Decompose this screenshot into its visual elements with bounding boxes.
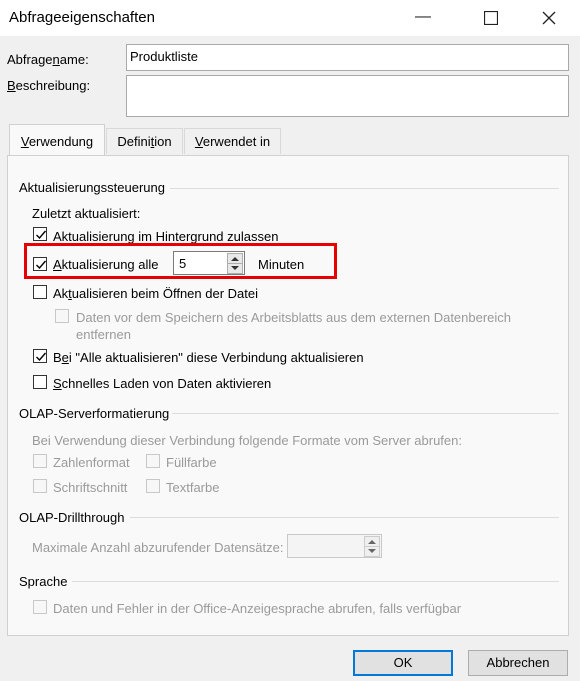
divider [172,413,559,414]
max-records-spinner[interactable] [287,534,382,558]
close-icon[interactable] [526,0,572,36]
cancel-button[interactable]: Abbrechen [468,650,568,676]
number-format-checkbox[interactable] [33,454,47,468]
maximize-icon[interactable] [468,0,514,36]
spin-down-icon[interactable] [364,546,380,557]
number-format-label: Zahlenformat [53,455,130,470]
remove-external-data-checkbox[interactable] [55,309,69,323]
divider [170,188,559,189]
refresh-all-checkbox[interactable] [33,349,47,363]
refresh-every-checkbox[interactable] [33,257,47,271]
checkmark-icon [36,260,47,270]
background-refresh-label: Aktualisierung im Hintergrund zulassen [53,229,279,244]
query-name-label: Abfragename: [7,52,89,67]
text-color-checkbox[interactable] [146,479,160,493]
query-name-input[interactable]: Produktliste [126,44,569,71]
text-color-label: Textfarbe [166,480,220,495]
office-language-checkbox[interactable] [33,600,47,614]
usage-panel [7,155,569,636]
font-style-checkbox[interactable] [33,479,47,493]
ok-button[interactable]: OK [353,650,453,676]
checkmark-icon [36,352,47,362]
fast-load-label: Schnelles Laden von Daten aktivieren [53,376,272,391]
office-language-label: Daten und Fehler in der Office-Anzeigesp… [53,601,462,616]
window-title: Abfrageeigenschaften [9,9,155,26]
remove-external-data-label: Daten vor dem Speichern des Arbeitsblatt… [76,310,512,342]
last-refreshed-label: Zuletzt aktualisiert: [32,206,141,221]
description-label: Beschreibung: [7,78,91,93]
group-language: Sprache [19,574,68,589]
refresh-every-label: Aktualisierung alle [53,257,159,272]
query-name-value: Produktliste [130,49,198,64]
olap-format-description: Bei Verwendung dieser Verbindung folgend… [32,433,462,448]
tab-verwendet-in[interactable]: Verwendet in [184,128,281,154]
fill-color-label: Füllfarbe [166,455,217,470]
minutes-label: Minuten [258,257,305,272]
tab-definition[interactable]: Definition [106,128,183,154]
divider [130,517,559,518]
refresh-minutes-spinner[interactable]: 5 [173,251,245,275]
fast-load-checkbox[interactable] [33,375,47,389]
description-input[interactable] [126,75,569,117]
checkmark-icon [36,230,47,240]
minimize-icon[interactable]: — [400,0,446,36]
refresh-on-open-checkbox[interactable] [33,285,47,299]
spin-down-icon[interactable] [227,263,243,274]
font-style-label: Schriftschnitt [53,480,128,495]
refresh-all-label: Bei "Alle aktualisieren" diese Verbindun… [53,350,364,365]
background-refresh-checkbox[interactable] [33,227,47,241]
divider [72,581,559,582]
tab-verwendung[interactable]: Verwendung [9,124,105,156]
refresh-minutes-value: 5 [179,256,187,271]
refresh-on-open-label: Aktualisieren beim Öffnen der Datei [53,286,258,301]
group-olap-drillthrough: OLAP-Drillthrough [19,510,125,525]
fill-color-checkbox[interactable] [146,454,160,468]
group-refresh-control: Aktualisierungssteuerung [19,180,165,195]
max-records-label: Maximale Anzahl abzurufender Datensätze: [32,540,284,555]
group-olap-formatting: OLAP-Serverformatierung [19,406,170,421]
